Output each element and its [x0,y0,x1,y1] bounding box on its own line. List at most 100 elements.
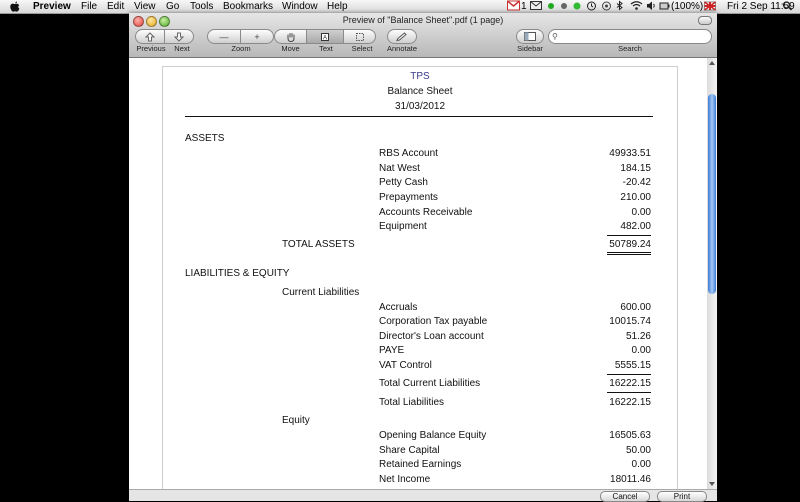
menu-go[interactable]: Go [166,0,179,13]
menu-tools[interactable]: Tools [190,0,213,13]
print-button[interactable]: Print [657,491,707,502]
header-rule [185,116,653,117]
apple-menu-icon[interactable] [10,1,20,12]
equity-heading: Equity [282,415,310,426]
asset-label: Accounts Receivable [379,207,473,218]
minus-icon: — [219,31,229,42]
menu-help[interactable]: Help [327,0,348,13]
search-field[interactable]: ⚲ [548,29,712,44]
liability-label: PAYE [379,345,405,356]
scroll-down-icon[interactable] [708,481,716,487]
previous-label: Previous [136,44,166,53]
subtotal-rule [607,392,651,393]
pencil-icon [396,31,407,41]
menu-view[interactable]: View [134,0,156,13]
spotlight-icon[interactable] [782,0,793,15]
menu-edit[interactable]: Edit [107,0,124,13]
select-label: Select [351,44,373,53]
total-rule [607,254,651,255]
liability-label: Director's Loan account [379,331,484,342]
total-assets-label: TOTAL ASSETS [282,239,355,250]
menu-bar: Preview File Edit View Go Tools Bookmark… [0,0,800,14]
zoom-out-button[interactable]: — [207,29,241,44]
total-current-liabilities-value: 16222.15 [609,378,651,389]
liability-value: 0.00 [631,345,651,356]
plus-icon: + [254,31,260,42]
total-liabilities-value: 16222.15 [609,397,651,408]
asset-label: Nat West [379,163,420,174]
asset-value: 210.00 [620,192,651,203]
liability-value: 10015.74 [609,316,651,327]
sidebar-label: Sidebar [517,44,543,53]
asset-value: 184.15 [620,163,651,174]
total-liabilities-label: Total Liabilities [379,397,445,408]
scrollbar-thumb[interactable] [708,94,716,294]
preview-window: Preview of "Balance Sheet".pdf (1 page) … [129,13,717,502]
menu-app-preview[interactable]: Preview [33,0,71,13]
battery-percent: (100%) [671,1,704,12]
asset-label: Prepayments [379,192,438,203]
previous-button[interactable] [135,29,165,44]
select-tool-button[interactable] [343,29,376,44]
report-date: 31/03/2012 [394,101,446,112]
menu-window[interactable]: Window [282,0,318,13]
sidebar-icon [524,32,536,41]
asset-value: 0.00 [631,207,651,218]
total-rule [607,252,651,253]
liability-label: Corporation Tax payable [379,316,488,327]
mail-count: 1 [521,1,527,12]
current-liabilities-heading: Current Liabilities [282,287,360,298]
next-button[interactable] [164,29,194,44]
scroll-up-icon[interactable] [708,60,716,66]
hand-icon [287,32,294,42]
cancel-button[interactable]: Cancel [600,491,650,502]
pdf-page: TPS Balance Sheet 31/03/2012 ASSETS RBS … [162,66,678,489]
title-bar: Preview of "Balance Sheet".pdf (1 page) … [129,13,717,58]
next-label: Next [174,44,190,53]
annotate-button[interactable] [387,29,417,44]
toolbar-toggle-button[interactable] [698,16,712,25]
company-name: TPS [410,71,430,82]
selection-icon [355,32,364,41]
equity-label: Opening Balance Equity [379,430,487,441]
asset-value: 482.00 [620,221,651,232]
asset-label: Petty Cash [379,177,428,188]
liability-label: VAT Control [379,360,432,371]
asset-value: -20.42 [622,177,651,188]
equity-value: 0.00 [631,459,651,470]
search-input[interactable] [563,31,703,42]
menu-file[interactable]: File [81,0,97,13]
sidebar-button[interactable] [516,29,544,44]
search-icon: ⚲ [552,32,558,41]
move-tool-button[interactable] [274,29,307,44]
asset-value: 49933.51 [609,148,651,159]
subtotal-rule [607,374,651,375]
assets-heading: ASSETS [185,133,225,144]
equity-value: 50.00 [625,445,651,456]
asset-label: RBS Account [379,148,438,159]
zoom-in-button[interactable]: + [240,29,274,44]
equity-label: Net Income [379,474,431,485]
search-label: Search [618,44,642,53]
vertical-scrollbar[interactable] [707,58,717,489]
liability-value: 600.00 [620,302,651,313]
text-tool-button[interactable]: A [306,29,344,44]
annotate-label: Annotate [386,44,418,53]
subtotal-rule [607,235,651,236]
document-view[interactable]: TPS Balance Sheet 31/03/2012 ASSETS RBS … [129,58,707,489]
asset-label: Equipment [379,221,427,232]
arrow-down-icon [174,32,184,42]
svg-text:A: A [323,35,327,41]
text-label: Text [319,44,333,53]
equity-value: 16505.63 [609,430,651,441]
liability-value: 51.26 [625,331,651,342]
arrow-up-icon [145,31,155,41]
liability-label: Accruals [379,302,418,313]
equity-label: Share Capital [379,445,440,456]
menu-bookmarks[interactable]: Bookmarks [223,0,273,13]
print-bar: Cancel Print [129,489,717,502]
total-current-liabilities-label: Total Current Liabilities [379,378,481,389]
window-title: Preview of "Balance Sheet".pdf (1 page) [342,15,504,25]
total-assets-value: 50789.24 [609,239,651,250]
report-title: Balance Sheet [387,86,453,97]
